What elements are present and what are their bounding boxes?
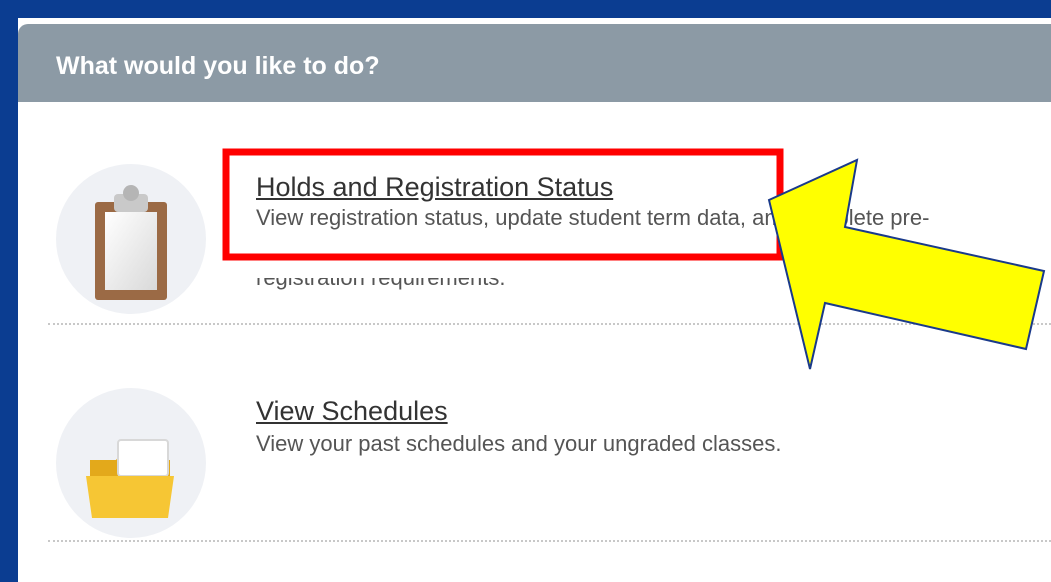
folder-icon [56, 388, 206, 538]
view-schedules-description: View your past schedules and your ungrad… [256, 431, 782, 456]
holds-and-registration-status-link[interactable]: Holds and Registration Status [256, 172, 613, 202]
item-divider [48, 540, 1051, 542]
holds-description-line1: View registration status, update student… [256, 205, 930, 230]
registration-panel: What would you like to do? Holds and Reg… [18, 18, 1051, 582]
slide-frame: What would you like to do? Holds and Reg… [0, 0, 1051, 582]
clipboard-icon [56, 164, 206, 314]
panel-title: What would you like to do? [56, 52, 380, 80]
item-divider [48, 323, 1051, 325]
panel-header: What would you like to do? [18, 24, 1051, 102]
view-schedules-link[interactable]: View Schedules [256, 396, 448, 426]
holds-description-line2: registration requirements. [256, 265, 506, 290]
